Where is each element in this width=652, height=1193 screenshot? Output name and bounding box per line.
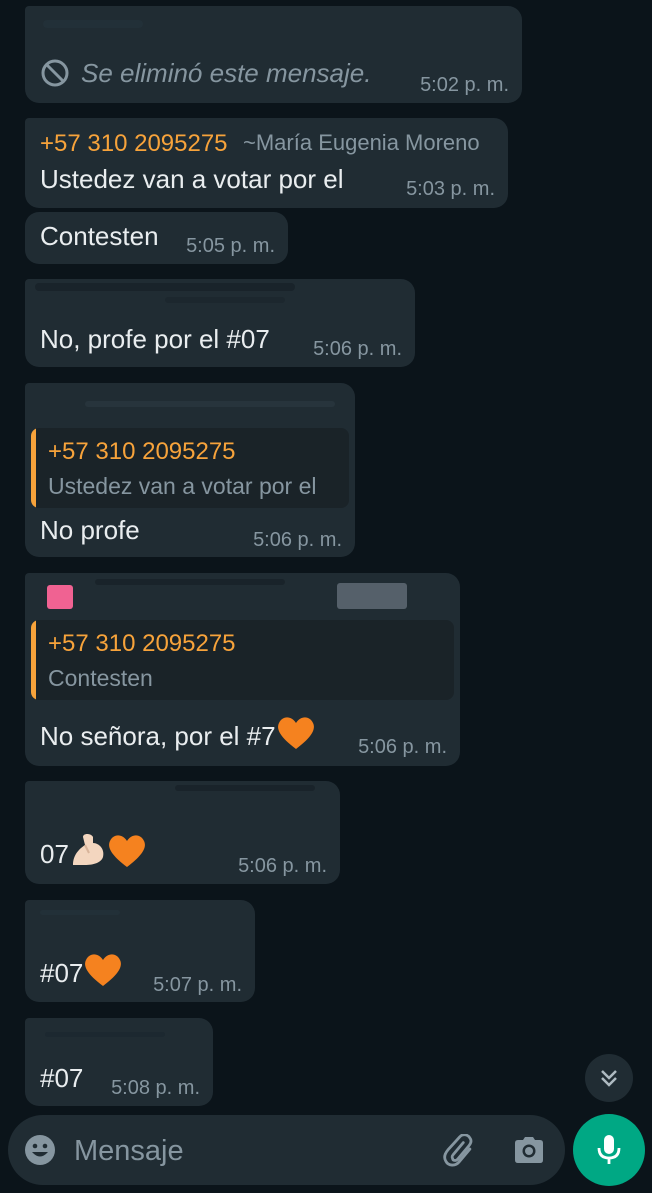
- message-bubble-reply[interactable]: +57 310 2095275 Contesten No señora, por…: [25, 573, 460, 766]
- microphone-icon: [597, 1135, 621, 1164]
- message-text: No profe: [40, 515, 140, 545]
- message-time: 5:06 p. m.: [253, 529, 342, 551]
- quoted-message[interactable]: +57 310 2095275 Ustedez van a votar por …: [31, 428, 349, 508]
- message-composer[interactable]: Mensaje: [8, 1115, 565, 1185]
- block-icon: [41, 59, 69, 87]
- message-time: 5:03 p. m.: [406, 178, 495, 200]
- message-text: Ustedez van a votar por el: [40, 164, 344, 194]
- message-bubble[interactable]: No, profe por el #07 5:06 p. m.: [25, 279, 415, 367]
- message-time: 5:02 p. m.: [420, 74, 509, 96]
- message-text: #07: [40, 1063, 84, 1093]
- emoji-icon[interactable]: [24, 1134, 56, 1166]
- sender-name: ~María Eugenia Moreno: [243, 130, 480, 155]
- message-bubble-reply[interactable]: +57 310 2095275 Ustedez van a votar por …: [25, 383, 355, 557]
- message-bubble[interactable]: Contesten 5:05 p. m.: [25, 212, 288, 264]
- orange-heart-icon: [277, 717, 314, 749]
- message-text: #07: [40, 952, 123, 989]
- double-chevron-down-icon: [601, 1070, 617, 1087]
- voice-message-button[interactable]: [573, 1114, 645, 1186]
- message-bubble[interactable]: +57 310 2095275 ~María Eugenia Moreno Us…: [25, 118, 508, 208]
- quoted-text: Contesten: [48, 665, 153, 691]
- message-time: 5:05 p. m.: [186, 235, 275, 257]
- message-text: 07: [40, 831, 147, 870]
- sender-phone[interactable]: +57 310 2095275: [40, 130, 228, 158]
- orange-heart-icon: [85, 954, 122, 986]
- quoted-sender: +57 310 2095275: [48, 630, 236, 657]
- quoted-sender: +57 310 2095275: [48, 438, 236, 465]
- message-time: 5:06 p. m.: [238, 855, 327, 877]
- message-time: 5:06 p. m.: [313, 338, 402, 360]
- deleted-message-text: Se eliminó este mensaje.: [81, 58, 372, 88]
- scroll-to-bottom-button[interactable]: [585, 1054, 633, 1102]
- message-text: Contesten: [40, 221, 159, 251]
- message-input[interactable]: Mensaje: [74, 1135, 184, 1168]
- quoted-message[interactable]: +57 310 2095275 Contesten: [31, 620, 454, 700]
- message-text: No señora, por el #7: [40, 715, 316, 752]
- message-time: 5:06 p. m.: [358, 736, 447, 758]
- camera-icon[interactable]: [512, 1135, 546, 1165]
- avatar: [47, 585, 73, 609]
- quoted-text: Ustedez van a votar por el: [48, 473, 317, 499]
- message-time: 5:08 p. m.: [111, 1077, 200, 1099]
- message-bubble-deleted[interactable]: Se eliminó este mensaje. 5:02 p. m.: [25, 6, 522, 103]
- paperclip-icon[interactable]: [442, 1134, 476, 1168]
- flexed-biceps-icon: [72, 834, 104, 865]
- message-bubble[interactable]: #07 5:08 p. m.: [25, 1018, 213, 1106]
- message-time: 5:07 p. m.: [153, 974, 242, 996]
- message-bubble[interactable]: 07 5:06 p. m.: [25, 781, 340, 884]
- orange-heart-icon: [109, 835, 145, 867]
- message-bubble[interactable]: #07 5:07 p. m.: [25, 900, 255, 1002]
- message-text: No, profe por el #07: [40, 324, 270, 354]
